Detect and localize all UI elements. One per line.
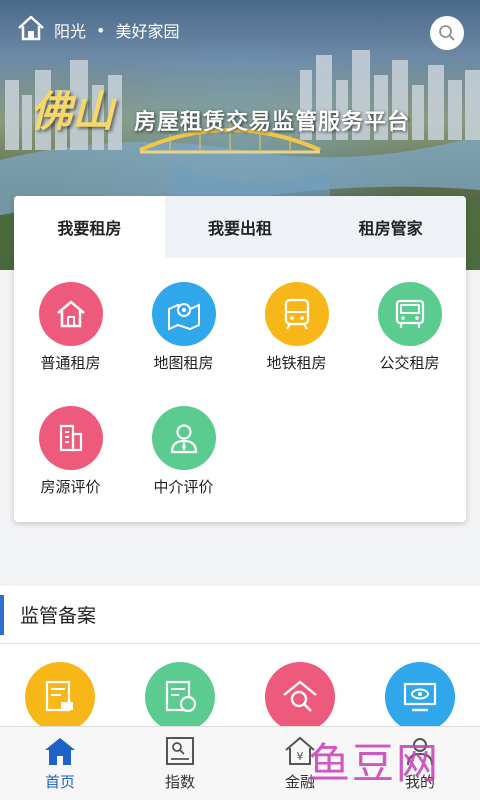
svg-text:¥: ¥ [297, 750, 304, 763]
section-title: 监管备案 [20, 605, 97, 627]
top-bar: 阳光 • 美好家园 [0, 0, 480, 60]
tab-bar: 我要租房 我要出租 租房管家 [14, 196, 466, 258]
service-map-rent[interactable]: 地图租房 [127, 282, 240, 373]
home-icon[interactable] [16, 14, 46, 42]
nav-index[interactable]: 指数 [120, 727, 240, 800]
house-search-icon[interactable] [265, 662, 335, 732]
location-community: 美好家园 [115, 22, 180, 41]
location-selector[interactable]: 阳光 • 美好家园 [54, 18, 179, 42]
service-label: 公交租房 [379, 354, 440, 372]
tab-lease-out[interactable]: 我要出租 [164, 196, 316, 258]
app-screen: 阳光 • 美好家园 佛山 房屋租赁交易监管服务平台 我要租房 我要出租 租房管家 [0, 0, 480, 800]
service-bus-rent[interactable]: 公交租房 [353, 282, 466, 373]
house-icon [38, 282, 103, 346]
banner-title: 房屋租赁交易监管服务平台 [134, 110, 411, 135]
location-separator: • [96, 20, 106, 40]
supervision-section: 监管备案 [0, 586, 480, 736]
service-normal-rent[interactable]: 普通租房 [14, 282, 127, 373]
watermark-text: 鱼豆网 [308, 739, 441, 788]
nav-home[interactable]: 首页 [0, 727, 120, 800]
service-subway-rent[interactable]: 地铁租房 [240, 282, 353, 373]
home-icon [45, 738, 75, 765]
map-pin-icon [151, 282, 216, 346]
document-badge-icon[interactable] [145, 662, 215, 732]
nav-label: 首页 [44, 773, 75, 791]
service-label: 房源评价 [40, 478, 101, 496]
service-agent-review[interactable]: 中介评价 [127, 406, 240, 497]
search-icon [439, 25, 455, 41]
city-logo: 佛山 [30, 87, 115, 136]
subway-icon [264, 282, 329, 346]
building-icon [38, 406, 103, 470]
service-label: 地铁租房 [266, 354, 327, 372]
service-listing-review[interactable]: 房源评价 [14, 406, 127, 497]
tab-rental-butler[interactable]: 租房管家 [315, 196, 466, 258]
search-button[interactable] [430, 16, 464, 50]
rental-card: 我要租房 我要出租 租房管家 普通租房 地图租房 地铁租房 公交租房 房源评价 … [14, 196, 466, 522]
section-header: 监管备案 [0, 586, 480, 644]
contract-stamp-icon[interactable] [25, 662, 95, 732]
agent-icon [151, 406, 216, 470]
service-label: 地图租房 [153, 354, 214, 372]
service-label: 普通租房 [40, 354, 101, 372]
tab-rent[interactable]: 我要租房 [14, 196, 165, 258]
location-city: 阳光 [54, 22, 87, 41]
bus-icon [377, 282, 442, 346]
monitor-eye-icon[interactable] [385, 662, 455, 732]
nav-label: 指数 [164, 773, 195, 791]
section-accent-bar [0, 594, 4, 635]
service-label: 中介评价 [153, 478, 214, 496]
index-chart-icon [166, 737, 194, 765]
